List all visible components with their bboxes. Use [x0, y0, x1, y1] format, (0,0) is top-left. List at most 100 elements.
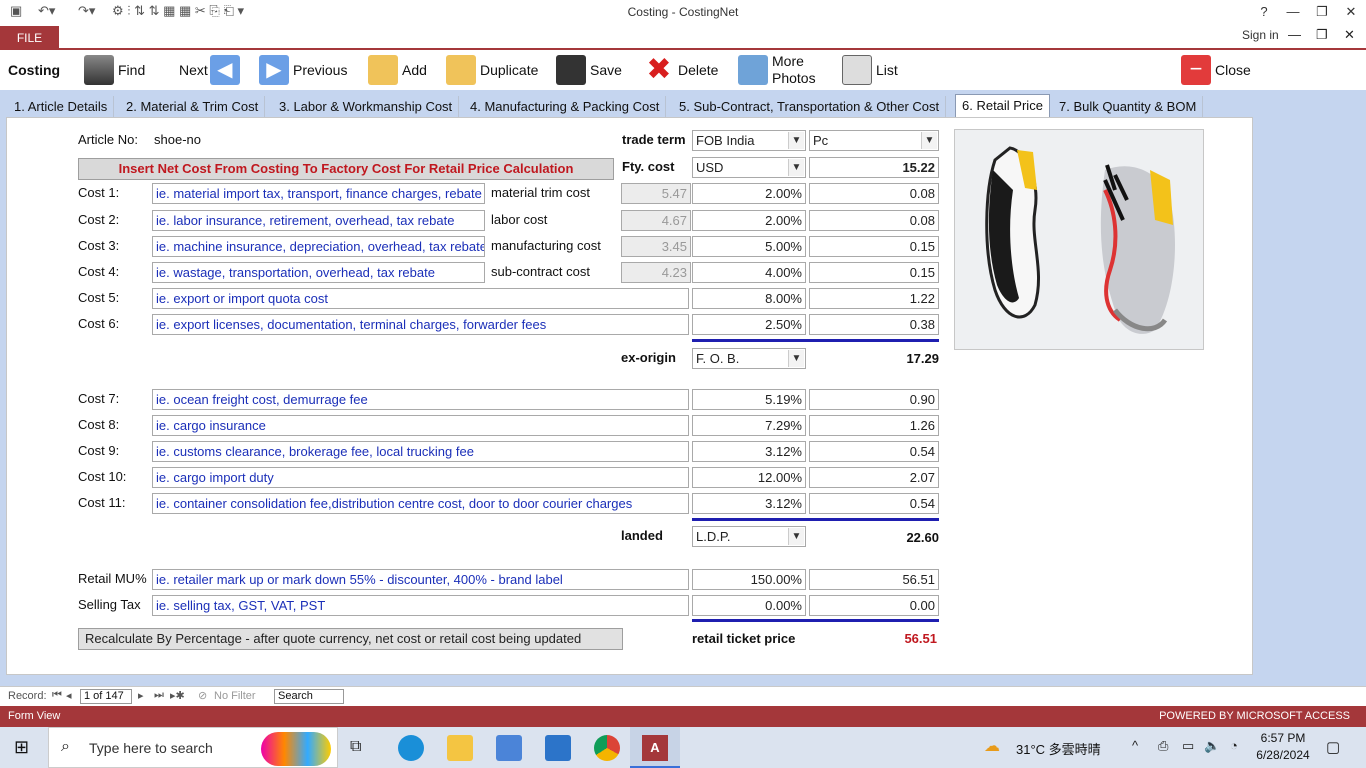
- duplicate-button[interactable]: Duplicate: [446, 52, 538, 88]
- close-button[interactable]: − Close: [1181, 52, 1251, 88]
- weather-text[interactable]: 31°C 多雲時晴: [1016, 739, 1101, 758]
- chevron-down-icon[interactable]: ▼: [788, 528, 804, 545]
- cost8-description[interactable]: ie. cargo insurance: [152, 415, 689, 436]
- cost9-percent-field[interactable]: 3.12%: [692, 441, 806, 462]
- show-hidden-icons-icon[interactable]: ^: [1132, 738, 1138, 753]
- cost3-value-field[interactable]: 0.15: [809, 236, 939, 257]
- cost2-value-field[interactable]: 0.08: [809, 210, 939, 231]
- retail-mu-value-field[interactable]: 56.51: [809, 569, 939, 590]
- cost1-value-field[interactable]: 0.08: [809, 183, 939, 204]
- prev-record-icon[interactable]: ◂: [66, 689, 72, 702]
- chevron-down-icon[interactable]: ▼: [788, 350, 804, 367]
- delete-button[interactable]: ✖ Delete: [644, 52, 718, 88]
- notifications-icon[interactable]: ▢: [1326, 738, 1340, 756]
- product-photo-frame[interactable]: [954, 129, 1204, 350]
- record-search-input[interactable]: Search: [274, 689, 344, 704]
- task-view-icon[interactable]: ⧉: [350, 738, 361, 756]
- clock-date[interactable]: 6/28/2024: [1252, 748, 1314, 762]
- retail-mu-description[interactable]: ie. retailer mark up or mark down 55% - …: [152, 569, 689, 590]
- mail-icon[interactable]: [545, 735, 571, 761]
- tab-material-trim-cost[interactable]: 2. Material & Trim Cost: [120, 96, 266, 118]
- chevron-down-icon[interactable]: ▼: [788, 132, 804, 149]
- currency-select[interactable]: USD ▼: [692, 157, 806, 178]
- cost3-description[interactable]: ie. machine insurance, depreciation, ove…: [152, 236, 485, 257]
- cost7-percent-field[interactable]: 5.19%: [692, 389, 806, 410]
- cost11-percent-field[interactable]: 3.12%: [692, 493, 806, 514]
- unit-select[interactable]: Pc ▼: [809, 130, 939, 151]
- chrome-icon[interactable]: [594, 735, 620, 761]
- volume-icon[interactable]: 🔈: [1204, 738, 1220, 754]
- selling-tax-percent-field[interactable]: 0.00%: [692, 595, 806, 616]
- cost4-percent-field[interactable]: 4.00%: [692, 262, 806, 283]
- close-window-icon[interactable]: ✕: [1337, 2, 1365, 22]
- retail-mu-percent-field[interactable]: 150.00%: [692, 569, 806, 590]
- next-button[interactable]: Next ◀: [179, 52, 244, 88]
- tab-bulk-quantity-bom[interactable]: 7. Bulk Quantity & BOM: [1053, 96, 1204, 118]
- help-button[interactable]: ?: [1250, 2, 1278, 22]
- tab-retail-price[interactable]: 6. Retail Price: [955, 94, 1050, 119]
- no-filter-toggle[interactable]: No Filter: [214, 690, 256, 702]
- file-explorer-icon[interactable]: [447, 735, 473, 761]
- edge-icon[interactable]: [398, 735, 424, 761]
- cost5-value-field[interactable]: 1.22: [809, 288, 939, 309]
- record-position-field[interactable]: 1 of 147: [80, 689, 132, 704]
- next-record-icon[interactable]: ▸: [138, 689, 144, 702]
- insert-net-cost-button[interactable]: Insert Net Cost From Costing To Factory …: [78, 158, 614, 180]
- cost7-value-field[interactable]: 0.90: [809, 389, 939, 410]
- cost5-percent-field[interactable]: 8.00%: [692, 288, 806, 309]
- trade-term-select[interactable]: FOB India ▼: [692, 130, 806, 151]
- cost6-percent-field[interactable]: 2.50%: [692, 314, 806, 335]
- cost11-value-field[interactable]: 0.54: [809, 493, 939, 514]
- minimize-icon[interactable]: —: [1279, 2, 1307, 22]
- cost8-value-field[interactable]: 1.26: [809, 415, 939, 436]
- battery-icon[interactable]: ▭: [1182, 738, 1194, 754]
- cost10-percent-field[interactable]: 12.00%: [692, 467, 806, 488]
- save-button[interactable]: Save: [556, 52, 622, 88]
- cost3-percent-field[interactable]: 5.00%: [692, 236, 806, 257]
- first-record-icon[interactable]: ⏮: [52, 689, 62, 702]
- tab-article-details[interactable]: 1. Article Details: [8, 96, 115, 118]
- app-restore-icon[interactable]: ❐: [1316, 27, 1328, 43]
- cost9-value-field[interactable]: 0.54: [809, 441, 939, 462]
- cost2-description[interactable]: ie. labor insurance, retirement, overhea…: [152, 210, 485, 231]
- fty-cost-field[interactable]: 15.22: [809, 157, 939, 178]
- cost9-description[interactable]: ie. customs clearance, brokerage fee, lo…: [152, 441, 689, 462]
- access-taskbar-item[interactable]: A: [630, 727, 680, 768]
- list-button[interactable]: List: [842, 52, 898, 88]
- tab-manufacturing-packing-cost[interactable]: 4. Manufacturing & Packing Cost: [464, 96, 667, 118]
- tab-labor-workmanship-cost[interactable]: 3. Labor & Workmanship Cost: [273, 96, 460, 118]
- cost6-value-field[interactable]: 0.38: [809, 314, 939, 335]
- cost6-description[interactable]: ie. export licenses, documentation, term…: [152, 314, 689, 335]
- wifi-icon[interactable]: ◔: [1230, 738, 1238, 753]
- more-photos-button[interactable]: More Photos: [738, 52, 816, 88]
- windows-start-icon[interactable]: ⊞: [14, 737, 29, 758]
- network-icon[interactable]: ⎙: [1158, 738, 1168, 754]
- selling-tax-description[interactable]: ie. selling tax, GST, VAT, PST: [152, 595, 689, 616]
- previous-button[interactable]: ▶ Previous: [259, 52, 347, 88]
- cost10-value-field[interactable]: 2.07: [809, 467, 939, 488]
- cost1-description[interactable]: ie. material import tax, transport, fina…: [152, 183, 485, 204]
- cost10-description[interactable]: ie. cargo import duty: [152, 467, 689, 488]
- chevron-down-icon[interactable]: ▼: [921, 132, 937, 149]
- cost11-description[interactable]: ie. container consolidation fee,distribu…: [152, 493, 689, 514]
- new-record-icon[interactable]: ▸✱: [170, 689, 185, 702]
- cost4-description[interactable]: ie. wastage, transportation, overhead, t…: [152, 262, 485, 283]
- taskbar-search-box[interactable]: ⌕ Type here to search: [48, 727, 338, 768]
- landed-select[interactable]: L.D.P. ▼: [692, 526, 806, 547]
- find-button[interactable]: Find: [84, 52, 145, 88]
- add-button[interactable]: Add: [368, 52, 427, 88]
- weather-icon[interactable]: ☁: [984, 736, 1000, 756]
- file-tab[interactable]: FILE: [0, 26, 59, 50]
- selling-tax-value-field[interactable]: 0.00: [809, 595, 939, 616]
- clock-time[interactable]: 6:57 PM: [1256, 731, 1310, 745]
- app-minimize-icon[interactable]: —: [1288, 27, 1301, 42]
- cost4-value-field[interactable]: 0.15: [809, 262, 939, 283]
- last-record-icon[interactable]: ⏭: [154, 689, 164, 702]
- cost5-description[interactable]: ie. export or import quota cost: [152, 288, 689, 309]
- cost7-description[interactable]: ie. ocean freight cost, demurrage fee: [152, 389, 689, 410]
- sign-in-link[interactable]: Sign in: [1242, 28, 1279, 42]
- store-icon[interactable]: [496, 735, 522, 761]
- tab-subcontract-transport-other[interactable]: 5. Sub-Contract, Transportation & Other …: [673, 96, 947, 118]
- chevron-down-icon[interactable]: ▼: [788, 159, 804, 176]
- ex-origin-select[interactable]: F. O. B. ▼: [692, 348, 806, 369]
